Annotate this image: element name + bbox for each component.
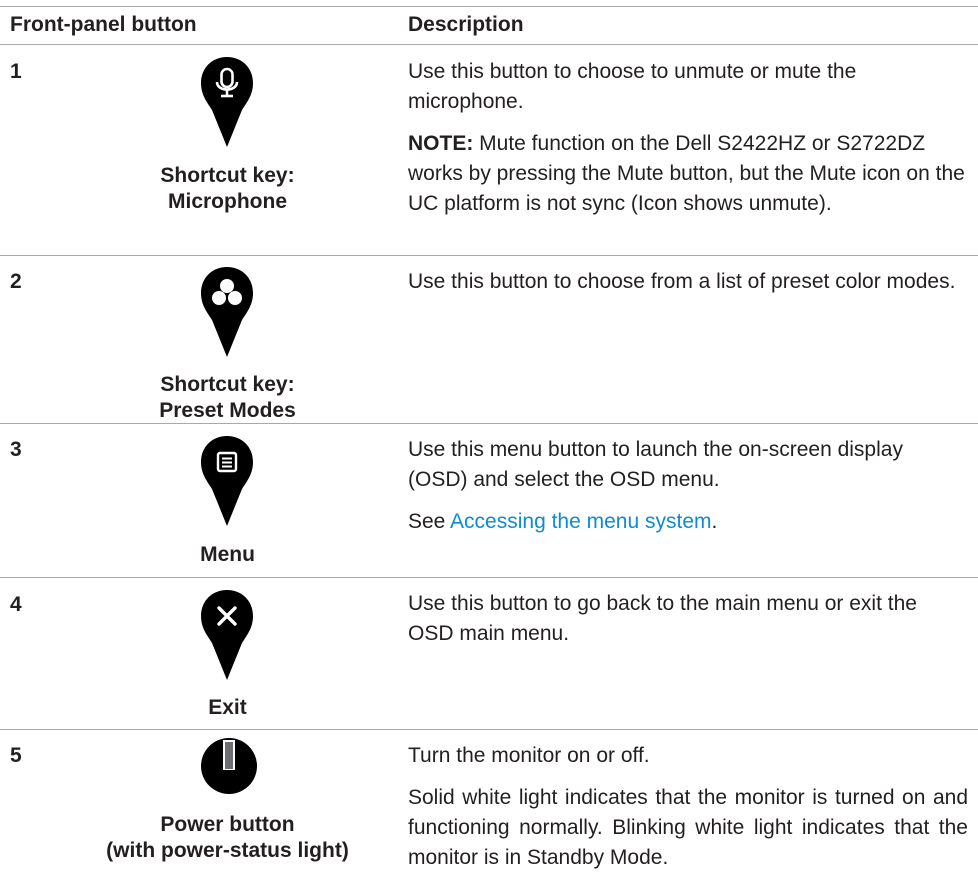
- row-divider: [0, 255, 978, 256]
- header-rule: [0, 44, 978, 45]
- exit-icon: [199, 588, 255, 687]
- power-icon: [199, 736, 259, 801]
- row-description: Use this button to choose from a list of…: [408, 270, 956, 293]
- button-label: Power button (with power-status light): [106, 813, 349, 862]
- row-description: Use this button to go back to the main m…: [408, 592, 917, 645]
- note: NOTE: Mute function on the Dell S2422HZ …: [408, 132, 965, 215]
- button-label: Shortcut key: Preset Modes: [159, 373, 296, 422]
- preset-modes-icon: [199, 265, 255, 364]
- button-label: Shortcut key: Microphone: [160, 164, 295, 213]
- row-number: 5: [10, 744, 22, 767]
- menu-icon: [199, 434, 255, 533]
- row-number: 2: [10, 270, 22, 293]
- microphone-icon: [199, 55, 255, 154]
- row-number: 3: [10, 438, 22, 461]
- row-divider: [0, 729, 978, 730]
- accessing-menu-system-link[interactable]: Accessing the menu system: [450, 510, 711, 533]
- row-description: Turn the monitor on or off. Solid white …: [408, 744, 968, 869]
- column-header-button: Front-panel button: [10, 13, 197, 36]
- button-label: Exit: [208, 696, 247, 719]
- see-also: See Accessing the menu system.: [408, 510, 718, 533]
- row-description: Use this menu button to launch the on-sc…: [408, 435, 968, 537]
- row-number: 1: [10, 60, 22, 83]
- row-number: 4: [10, 593, 22, 616]
- row-divider: [0, 577, 978, 578]
- top-rule: [0, 6, 978, 7]
- column-header-description: Description: [408, 13, 524, 36]
- button-label: Menu: [200, 543, 255, 566]
- row-description: Use this button to choose to unmute or m…: [408, 57, 968, 219]
- row-divider: [0, 423, 978, 424]
